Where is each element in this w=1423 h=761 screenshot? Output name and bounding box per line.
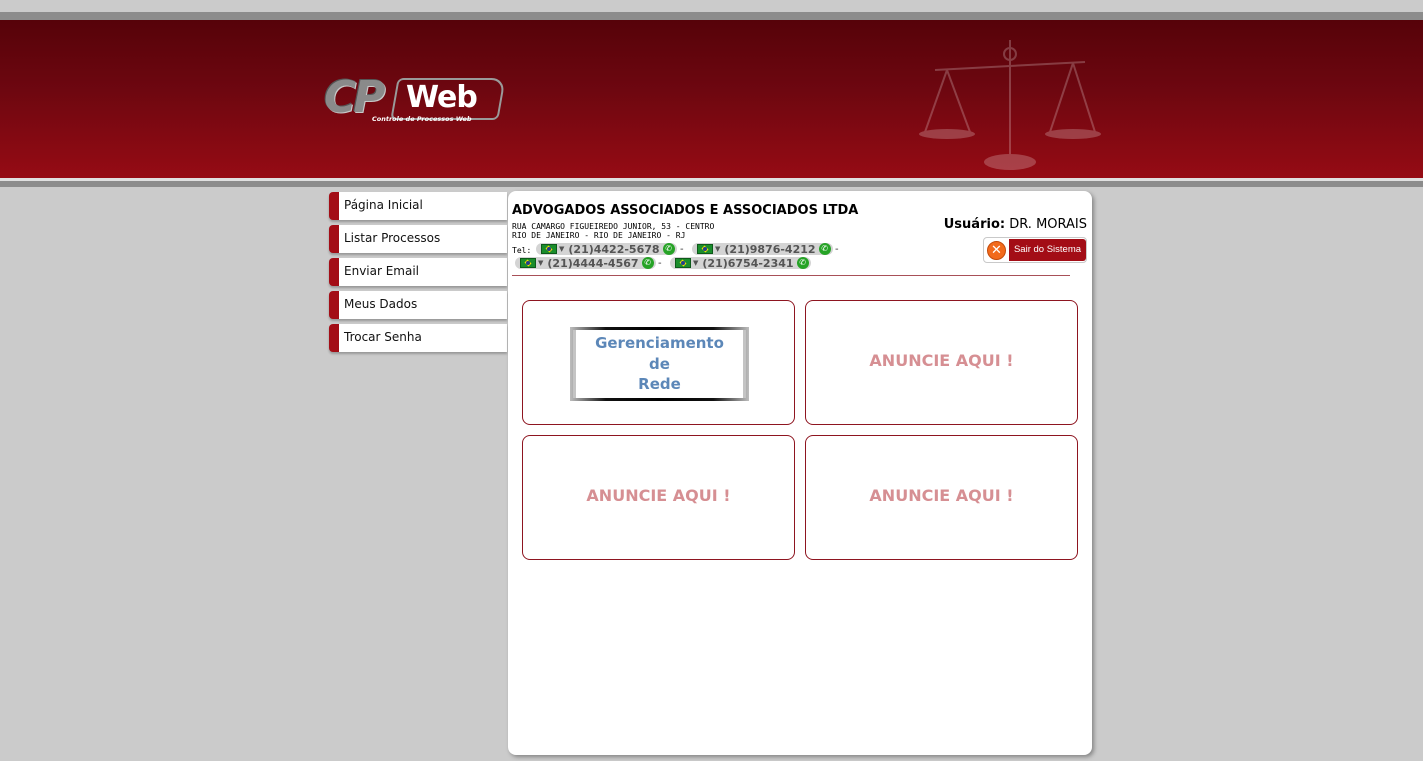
phone-number-1[interactable]: ▼ (21)4422-5678 ✆ xyxy=(536,242,677,256)
phone-number-text: (21)6754-2341 xyxy=(702,256,794,270)
phone-call-icon[interactable]: ✆ xyxy=(818,243,831,255)
top-gray-bar xyxy=(0,12,1423,20)
ad-slot-4[interactable]: ANUNCIE AQUI ! xyxy=(805,435,1078,560)
sidebar-item-listar-processos[interactable]: Listar Processos xyxy=(329,225,507,253)
chevron-down-icon: ▼ xyxy=(715,245,721,253)
banner-text: Gerenciamento de Rede xyxy=(576,330,743,395)
sidebar-item-meus-dados[interactable]: Meus Dados xyxy=(329,291,507,319)
sidebar-item-enviar-email[interactable]: Enviar Email xyxy=(329,258,507,286)
chevron-down-icon: ▼ xyxy=(559,245,565,253)
header-banner: CP Web Controle de Processos Web xyxy=(0,20,1423,178)
logo-cp-text: CP xyxy=(324,72,386,123)
phone-separator: - xyxy=(835,244,839,255)
brazil-flag-icon xyxy=(520,258,536,268)
ad-placeholder-text: ANUNCIE AQUI ! xyxy=(586,486,731,505)
brazil-flag-icon xyxy=(697,244,713,254)
ad-slot-2[interactable]: ANUNCIE AQUI ! xyxy=(805,300,1078,425)
sidebar-item-label: Trocar Senha xyxy=(344,330,422,344)
sidebar-item-pagina-inicial[interactable]: Página Inicial xyxy=(329,192,507,220)
phone-call-icon[interactable]: ✆ xyxy=(662,243,675,255)
ad-placeholder-text: ANUNCIE AQUI ! xyxy=(869,351,1014,370)
sidebar-item-trocar-senha[interactable]: Trocar Senha xyxy=(329,324,507,352)
close-circle-icon: ✕ xyxy=(987,241,1006,260)
logout-label: Sair do Sistema xyxy=(1009,239,1086,261)
header-divider-gray xyxy=(0,181,1423,187)
chevron-down-icon: ▼ xyxy=(538,259,544,267)
user-label: Usuário: xyxy=(943,217,1006,232)
ad-slot-3[interactable]: ANUNCIE AQUI ! xyxy=(522,435,795,560)
phone-call-icon[interactable]: ✆ xyxy=(641,257,654,269)
sidebar-item-label: Página Inicial xyxy=(344,198,423,212)
user-info: Usuário: DR. MORAIS xyxy=(944,217,1087,232)
ad-placeholder-text: ANUNCIE AQUI ! xyxy=(869,486,1014,505)
header-divider xyxy=(512,275,1070,276)
logo-web-text: Web xyxy=(406,80,478,115)
company-name: ADVOGADOS ASSOCIADOS E ASSOCIADOS LTDA xyxy=(512,203,859,218)
phone-number-3[interactable]: ▼ (21)4444-4567 ✆ xyxy=(515,256,656,270)
sidebar-item-label: Listar Processos xyxy=(344,231,441,245)
scales-of-justice-icon xyxy=(919,40,1101,170)
phone-number-text: (21)4444-4567 xyxy=(547,256,639,270)
ad-slot-1[interactable]: Gerenciamento de Rede xyxy=(522,300,795,425)
banner-line: Gerenciamento xyxy=(595,334,724,352)
sidebar-menu: Página Inicial Listar Processos Enviar E… xyxy=(329,192,507,357)
network-management-banner[interactable]: Gerenciamento de Rede xyxy=(570,327,749,401)
phone-separator: - xyxy=(680,244,684,255)
user-name: DR. MORAIS xyxy=(1009,217,1087,232)
company-address-line2: RIO DE JANEIRO - RIO DE JANEIRO - RJ xyxy=(512,231,686,240)
logo-tagline: Controle de Processos Web xyxy=(372,115,472,123)
sidebar-item-label: Meus Dados xyxy=(344,297,418,311)
tel-label: Tel: xyxy=(512,246,532,255)
logout-button[interactable]: ✕ Sair do Sistema xyxy=(983,237,1087,263)
banner-line: de xyxy=(649,354,670,373)
phone-separator: - xyxy=(658,258,662,269)
main-panel: ADVOGADOS ASSOCIADOS E ASSOCIADOS LTDA R… xyxy=(508,191,1092,755)
company-address-line1: RUA CAMARGO FIGUEIREDO JUNIOR, 53 - CENT… xyxy=(512,222,715,231)
cpweb-logo: CP Web Controle de Processos Web xyxy=(322,72,506,126)
phone-call-icon[interactable]: ✆ xyxy=(796,257,809,269)
brazil-flag-icon xyxy=(675,258,691,268)
phone-number-2[interactable]: ▼ (21)9876-4212 ✆ xyxy=(692,242,833,256)
phone-number-text: (21)9876-4212 xyxy=(724,242,816,256)
phone-number-text: (21)4422-5678 xyxy=(568,242,660,256)
chevron-down-icon: ▼ xyxy=(693,259,699,267)
banner-line: Rede xyxy=(638,375,681,393)
sidebar-item-label: Enviar Email xyxy=(344,264,420,278)
phone-number-4[interactable]: ▼ (21)6754-2341 ✆ xyxy=(670,256,811,270)
brazil-flag-icon xyxy=(541,244,557,254)
